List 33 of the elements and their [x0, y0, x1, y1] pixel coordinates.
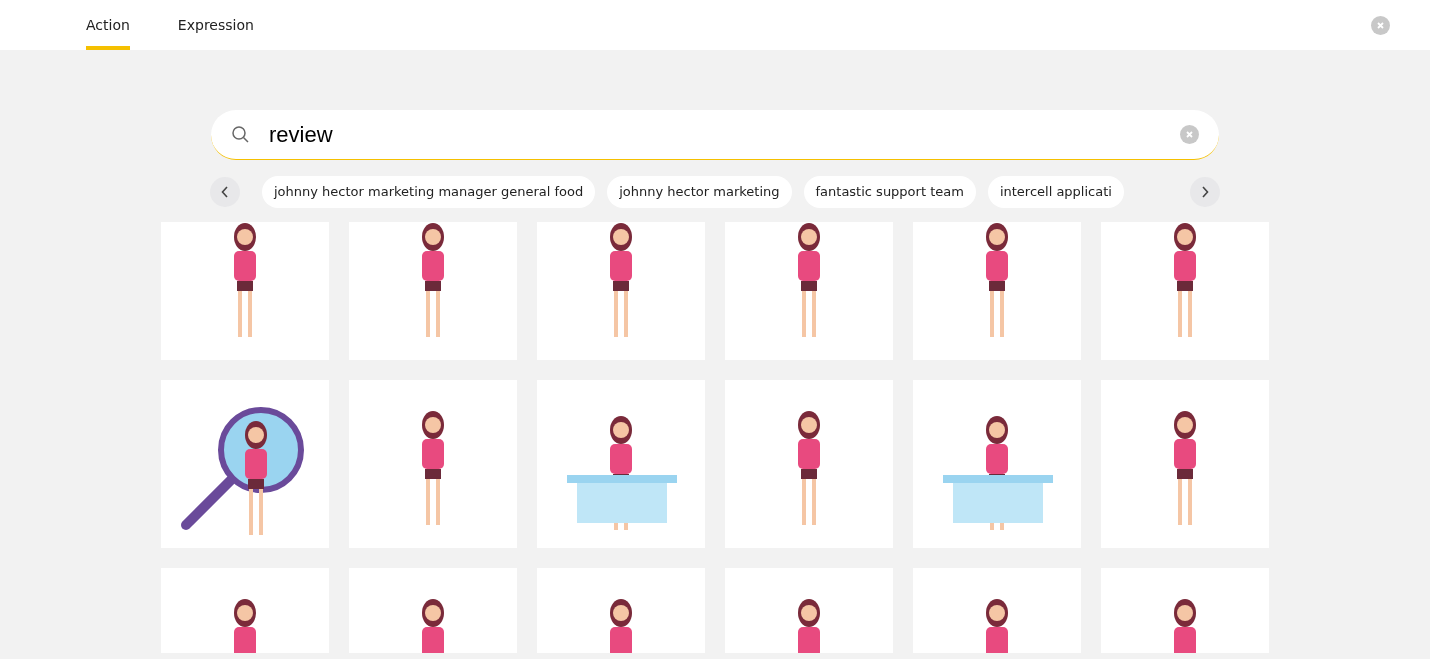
cartoon-woman-drawing [234, 599, 256, 653]
chevron-right-icon [1201, 186, 1209, 198]
search-icon [231, 124, 251, 145]
close-icon [1185, 130, 1194, 139]
suggestion-chip[interactable]: intercell applicati [987, 176, 1124, 208]
search-bar[interactable]: review [211, 110, 1219, 160]
cartoon-woman-drawing [798, 599, 820, 653]
close-icon [1376, 20, 1385, 30]
result-card[interactable] [725, 222, 893, 360]
result-card[interactable] [537, 380, 705, 548]
previous-button[interactable] [210, 177, 240, 207]
chevron-left-icon [221, 186, 229, 198]
result-card[interactable] [913, 380, 1081, 548]
result-card[interactable] [1101, 222, 1269, 360]
result-card[interactable] [349, 222, 517, 360]
tab[interactable]: Action [86, 0, 130, 50]
result-card[interactable] [349, 380, 517, 548]
cartoon-woman-drawing [986, 599, 1008, 653]
result-card[interactable] [161, 380, 329, 548]
result-card[interactable] [725, 380, 893, 548]
tab[interactable]: Expression [177, 0, 254, 50]
next-button[interactable] [1190, 177, 1220, 207]
result-card[interactable] [1101, 380, 1269, 548]
result-card[interactable] [161, 222, 329, 360]
result-card[interactable] [913, 222, 1081, 360]
suggestion-chip[interactable]: fantastic support team [803, 176, 976, 208]
cartoon-woman-drawing [1174, 599, 1196, 653]
search-field[interactable]: review [267, 117, 1164, 152]
suggestion-chip[interactable]: johnny hector marketing manager general food [262, 176, 596, 208]
suggestion-chip[interactable]: johnny hector marketing [607, 176, 792, 208]
cartoon-woman-drawing [422, 599, 444, 653]
result-card[interactable] [537, 222, 705, 360]
cartoon-woman-drawing [610, 599, 632, 653]
